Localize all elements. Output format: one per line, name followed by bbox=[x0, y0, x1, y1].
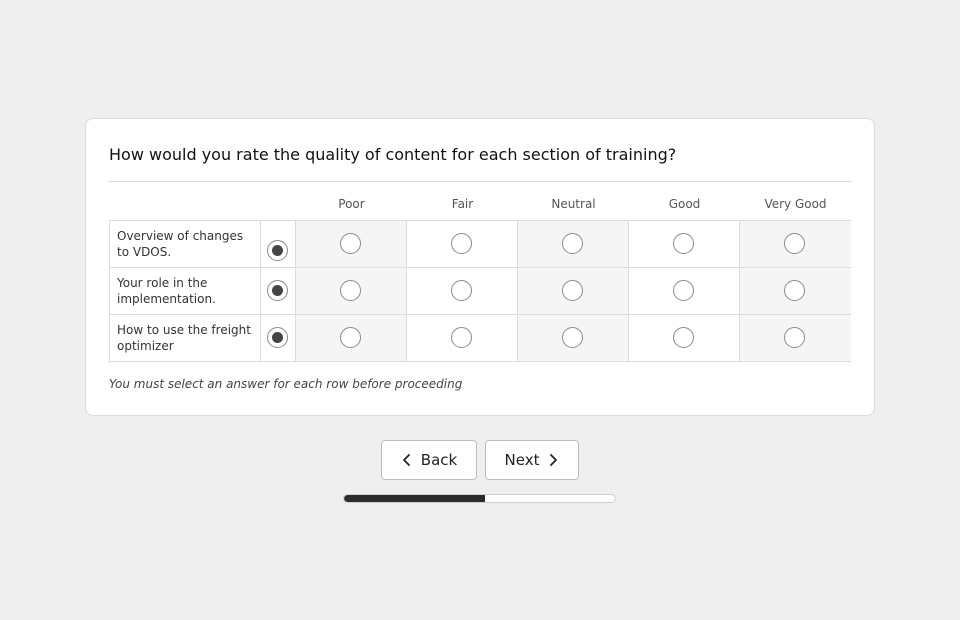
option-cell-very-good bbox=[740, 221, 851, 267]
radio-good[interactable] bbox=[673, 280, 694, 301]
option-cell-fair bbox=[407, 315, 518, 361]
column-header-good: Good bbox=[668, 197, 701, 211]
option-cell-good bbox=[629, 315, 740, 361]
row-selector-cell bbox=[261, 315, 296, 361]
option-cell-neutral bbox=[518, 268, 629, 314]
radio-poor[interactable] bbox=[340, 280, 361, 301]
column-header-very-good: Very Good bbox=[764, 197, 827, 211]
question-title: How would you rate the quality of conten… bbox=[109, 145, 677, 164]
column-header-neutral: Neutral bbox=[551, 197, 596, 211]
option-cell-poor bbox=[296, 315, 407, 361]
radio-good[interactable] bbox=[673, 233, 694, 254]
row-label: Overview of changes to VDOS. bbox=[110, 221, 261, 267]
row-selector-radio[interactable] bbox=[267, 280, 288, 301]
option-cell-neutral bbox=[518, 315, 629, 361]
option-cell-very-good bbox=[740, 315, 851, 361]
chevron-left-icon bbox=[402, 454, 410, 466]
radio-neutral[interactable] bbox=[562, 327, 583, 348]
rating-matrix: Poor Fair Neutral Good Very Good Overvie… bbox=[109, 197, 851, 362]
matrix-rows: Overview of changes to VDOS. Your role i… bbox=[109, 220, 851, 362]
option-cell-poor bbox=[296, 221, 407, 267]
column-header-poor: Poor bbox=[338, 197, 365, 211]
radio-good[interactable] bbox=[673, 327, 694, 348]
validation-note: You must select an answer for each row b… bbox=[109, 377, 463, 391]
row-selector-radio[interactable] bbox=[267, 240, 288, 261]
row-label: Your role in the implementation. bbox=[110, 268, 261, 314]
radio-fair[interactable] bbox=[451, 280, 472, 301]
chevron-right-icon bbox=[550, 454, 558, 466]
next-button-label: Next bbox=[504, 451, 540, 469]
back-button-label: Back bbox=[420, 451, 458, 469]
radio-very-good[interactable] bbox=[784, 280, 805, 301]
radio-very-good[interactable] bbox=[784, 233, 805, 254]
progress-bar bbox=[343, 494, 616, 503]
progress-bar-fill bbox=[344, 495, 485, 502]
matrix-row: How to use the freight optimizer bbox=[110, 315, 851, 362]
next-button[interactable]: Next bbox=[485, 440, 579, 480]
radio-fair[interactable] bbox=[451, 327, 472, 348]
matrix-row: Overview of changes to VDOS. bbox=[110, 221, 851, 268]
option-cell-very-good bbox=[740, 268, 851, 314]
option-cell-good bbox=[629, 268, 740, 314]
option-cell-fair bbox=[407, 268, 518, 314]
option-cell-fair bbox=[407, 221, 518, 267]
matrix-header-row: Poor Fair Neutral Good Very Good bbox=[109, 197, 851, 220]
radio-very-good[interactable] bbox=[784, 327, 805, 348]
radio-neutral[interactable] bbox=[562, 233, 583, 254]
row-label: How to use the freight optimizer bbox=[110, 315, 261, 361]
question-divider bbox=[109, 181, 851, 182]
row-selector-cell bbox=[261, 221, 296, 267]
option-cell-good bbox=[629, 221, 740, 267]
back-button[interactable]: Back bbox=[381, 440, 477, 480]
radio-neutral[interactable] bbox=[562, 280, 583, 301]
row-selector-radio[interactable] bbox=[267, 327, 288, 348]
matrix-row: Your role in the implementation. bbox=[110, 268, 851, 315]
option-cell-poor bbox=[296, 268, 407, 314]
survey-card: How would you rate the quality of conten… bbox=[85, 118, 875, 416]
option-cell-neutral bbox=[518, 221, 629, 267]
column-header-fair: Fair bbox=[451, 197, 474, 211]
radio-poor[interactable] bbox=[340, 233, 361, 254]
row-selector-cell bbox=[261, 268, 296, 314]
radio-poor[interactable] bbox=[340, 327, 361, 348]
radio-fair[interactable] bbox=[451, 233, 472, 254]
